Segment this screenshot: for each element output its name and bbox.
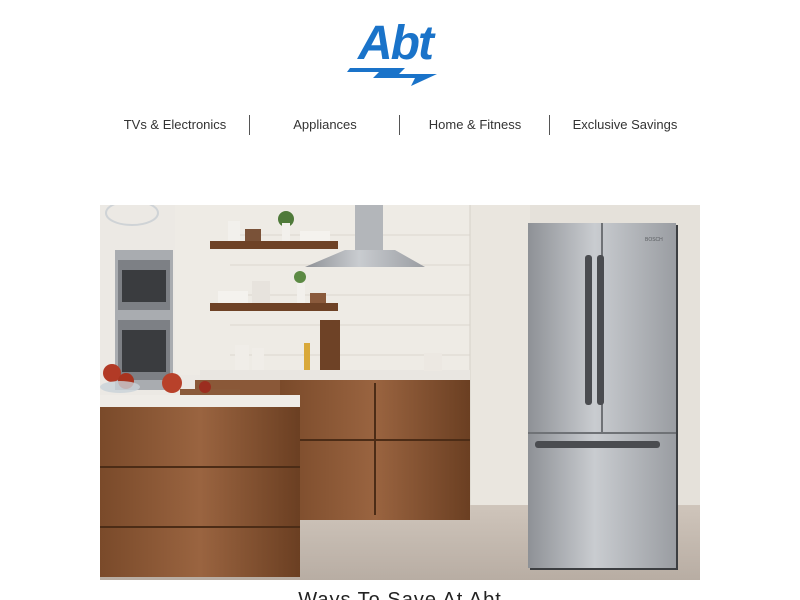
main-navigation: TVs & Electronics Appliances Home & Fitn… bbox=[100, 110, 700, 140]
nav-label: Appliances bbox=[293, 117, 357, 132]
nav-label: Exclusive Savings bbox=[572, 117, 678, 132]
nav-label: TVs & Electronics bbox=[123, 117, 227, 132]
nav-divider bbox=[549, 115, 550, 135]
nav-divider bbox=[399, 115, 400, 135]
nav-divider bbox=[249, 115, 250, 135]
abt-logo[interactable]: Abt bbox=[345, 18, 445, 90]
nav-tvs-electronics[interactable]: TVs & Electronics bbox=[100, 110, 250, 140]
nav-exclusive-savings[interactable]: Exclusive Savings bbox=[550, 110, 700, 140]
logo-wordmark: Abt bbox=[358, 17, 434, 70]
hero-kitchen-image[interactable]: BOSCH bbox=[100, 205, 700, 580]
section-heading: Ways To Save At Abt bbox=[298, 589, 502, 600]
nav-appliances[interactable]: Appliances bbox=[250, 110, 400, 140]
lightning-bolt-icon bbox=[347, 68, 437, 86]
nav-home-fitness[interactable]: Home & Fitness bbox=[400, 110, 550, 140]
svg-text:BOSCH: BOSCH bbox=[645, 237, 663, 243]
nav-label: Home & Fitness bbox=[428, 117, 522, 132]
kitchen-illustration: BOSCH bbox=[100, 205, 700, 580]
